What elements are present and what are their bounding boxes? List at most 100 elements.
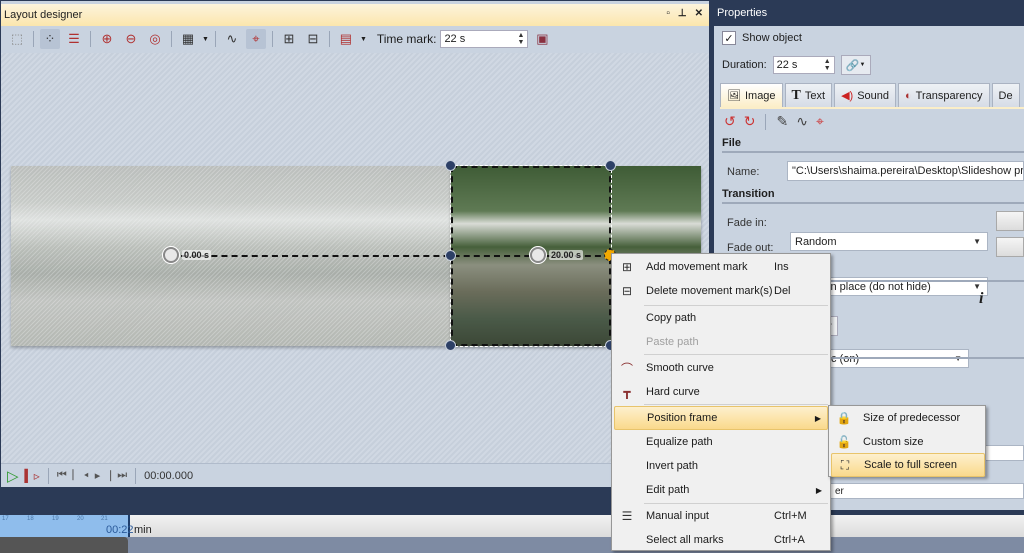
- menu-item-invert-path[interactable]: Invert path: [614, 454, 828, 478]
- rotate-right-icon[interactable]: ↻: [744, 113, 756, 130]
- fade-in-dropdown[interactable]: Random ▼: [790, 232, 988, 251]
- movement-mark[interactable]: [163, 247, 179, 263]
- chevron-down-icon: ▼: [973, 237, 981, 246]
- zoom-out-icon[interactable]: ⊖: [121, 29, 141, 49]
- layers-icon[interactable]: ☰: [64, 29, 84, 49]
- spin-arrows-icon[interactable]: ▲ ▼: [518, 32, 525, 46]
- menu-item-copy-path[interactable]: Copy path: [614, 306, 828, 330]
- movement-mark[interactable]: [530, 247, 546, 263]
- playback-bar: ▷ ▍▹ ⏮ ⎸◂ ▸⎹ ⏭ 00:00.000: [1, 463, 709, 487]
- menu-item-edit-path[interactable]: Edit path ▶: [614, 478, 828, 502]
- path-curve-icon[interactable]: ∿: [222, 29, 242, 49]
- duration-input[interactable]: 22 s ▲ ▼: [772, 56, 835, 74]
- tab-label: Text: [804, 89, 826, 102]
- submenu-item-scale-to-full-screen[interactable]: ⛶ Scale to full screen: [831, 453, 985, 477]
- lock-open-icon: 🔓: [836, 435, 852, 449]
- zoom-fit-icon[interactable]: ◎: [145, 29, 165, 49]
- menu-item-equalize-path[interactable]: Equalize path: [614, 430, 828, 454]
- tab-label: Sound: [857, 89, 890, 102]
- previous-mark-icon[interactable]: ⎸◂: [73, 469, 89, 482]
- timeline-clip[interactable]: [0, 537, 128, 553]
- plus-box-icon: ⊞: [621, 260, 633, 274]
- menu-item-delete-movement-mark[interactable]: ⊟ Delete movement mark(s) Del: [614, 279, 828, 303]
- tab-more[interactable]: De: [991, 83, 1020, 107]
- transparency-icon: ◐: [905, 89, 912, 102]
- path-curve-icon[interactable]: ∿: [796, 113, 808, 130]
- rotate-left-icon[interactable]: ↺: [724, 113, 736, 130]
- toolbar-separator: [271, 31, 273, 47]
- hard-curve-icon: ┳: [623, 385, 631, 399]
- menu-label: Add movement mark: [646, 261, 748, 273]
- camera-position-icon[interactable]: ⌖: [245, 29, 266, 49]
- fade-in-preview-button[interactable]: [996, 211, 1024, 231]
- frame-handle[interactable]: [445, 160, 456, 171]
- add-mark-icon[interactable]: ⊞: [279, 29, 299, 49]
- submenu-arrow-icon: ▶: [814, 413, 821, 423]
- spin-arrows-icon[interactable]: ▲ ▼: [824, 58, 831, 72]
- menu-item-manual-input[interactable]: ☰ Manual input Ctrl+M: [614, 504, 828, 528]
- pencil-icon[interactable]: ✎: [776, 113, 788, 130]
- menu-label: Hard curve: [646, 386, 700, 398]
- frame-handle[interactable]: [445, 250, 456, 261]
- menu-label: Manual input: [646, 510, 709, 522]
- skip-last-icon[interactable]: ⏭: [117, 469, 127, 482]
- submenu-item-custom-size[interactable]: 🔓 Custom size: [831, 430, 985, 454]
- grid-dropdown-icon[interactable]: ▼: [202, 36, 209, 43]
- timeline-tick: 17: [2, 516, 9, 522]
- menu-shortcut: Del: [774, 285, 791, 297]
- close-icon[interactable]: ✕: [695, 8, 703, 19]
- frame-handle[interactable]: [445, 340, 456, 351]
- menu-item-hard-curve[interactable]: ┳ Hard curve: [614, 380, 828, 404]
- timeline-tick: 19: [52, 516, 59, 522]
- skip-first-icon[interactable]: ⏮: [57, 469, 67, 482]
- duration-label: Duration:: [722, 59, 767, 71]
- fade-out-preview-button[interactable]: [996, 237, 1024, 257]
- info-icon[interactable]: i: [979, 290, 983, 308]
- frame-handle[interactable]: [605, 160, 616, 171]
- menu-label: Smooth curve: [646, 362, 714, 374]
- restore-icon[interactable]: ▫: [666, 8, 670, 19]
- timeline-track: [0, 537, 1024, 553]
- next-mark-icon[interactable]: ▸⎹: [95, 469, 112, 483]
- timeline-ruler[interactable]: [0, 515, 1024, 537]
- tab-label: Image: [744, 89, 776, 102]
- layout-canvas[interactable]: 0.00 s 20.00 s: [1, 53, 709, 463]
- submenu-arrow-icon: ▶: [815, 485, 822, 495]
- link-button[interactable]: 🔗 ▼: [840, 55, 871, 75]
- menu-label: Delete movement mark(s): [646, 285, 773, 297]
- name-field[interactable]: "C:\Users\shaima.pereira\Desktop\Slidesh…: [787, 161, 1024, 181]
- menu-item-select-all-marks[interactable]: Select all marks Ctrl+A: [614, 528, 828, 552]
- menu-item-smooth-curve[interactable]: ⌒ Smooth curve: [614, 356, 828, 380]
- menu-item-add-movement-mark[interactable]: ⊞ Add movement mark Ins: [614, 255, 828, 279]
- menu-item-position-frame[interactable]: Position frame ▶: [614, 406, 828, 430]
- submenu-item-size-of-predecessor[interactable]: 🔒 Size of predecessor: [831, 406, 985, 430]
- tab-text[interactable]: T Text: [784, 83, 833, 107]
- properties-titlebar: Properties: [714, 0, 1024, 26]
- time-mark-input[interactable]: 22 s ▲ ▼: [440, 30, 529, 48]
- remove-mark-icon[interactable]: ⊟: [303, 29, 323, 49]
- timeline-selection[interactable]: 17 18 19 20 21 00:22: [0, 515, 134, 537]
- play-from-mark-icon[interactable]: ▍▹: [25, 469, 40, 483]
- play-icon[interactable]: ▷: [7, 467, 19, 485]
- pin-icon[interactable]: ⊥: [678, 8, 687, 19]
- duration-row: Duration: 22 s ▲ ▼ 🔗 ▼: [722, 55, 871, 75]
- motion-path-icon[interactable]: ⁘: [40, 29, 60, 49]
- properties-field[interactable]: er: [830, 483, 1024, 499]
- align-icon[interactable]: ▤: [336, 29, 356, 49]
- grid-icon[interactable]: ▦: [178, 29, 198, 49]
- menu-separator: [644, 354, 828, 355]
- align-dropdown-icon[interactable]: ▼: [360, 36, 367, 43]
- timeline-tick: 21: [101, 516, 108, 522]
- position-frame-submenu: 🔒 Size of predecessor 🔓 Custom size ⛶ Scale…: [828, 405, 986, 477]
- menu-label: Invert path: [646, 460, 698, 472]
- zoom-in-icon[interactable]: ⊕: [97, 29, 117, 49]
- save-icon[interactable]: ▣: [532, 29, 552, 49]
- text-icon: T: [791, 87, 801, 103]
- toolbar-separator: [47, 467, 49, 484]
- camera-position-icon[interactable]: ⌖: [816, 113, 824, 130]
- tab-sound[interactable]: ◀) Sound: [834, 83, 897, 107]
- tab-transparency[interactable]: ◐ Transparency: [898, 83, 990, 107]
- tab-image[interactable]: 🖼 Image: [720, 83, 783, 107]
- show-object-checkbox[interactable]: ✓: [722, 31, 736, 45]
- select-arrow-icon[interactable]: ⬚: [7, 29, 27, 49]
